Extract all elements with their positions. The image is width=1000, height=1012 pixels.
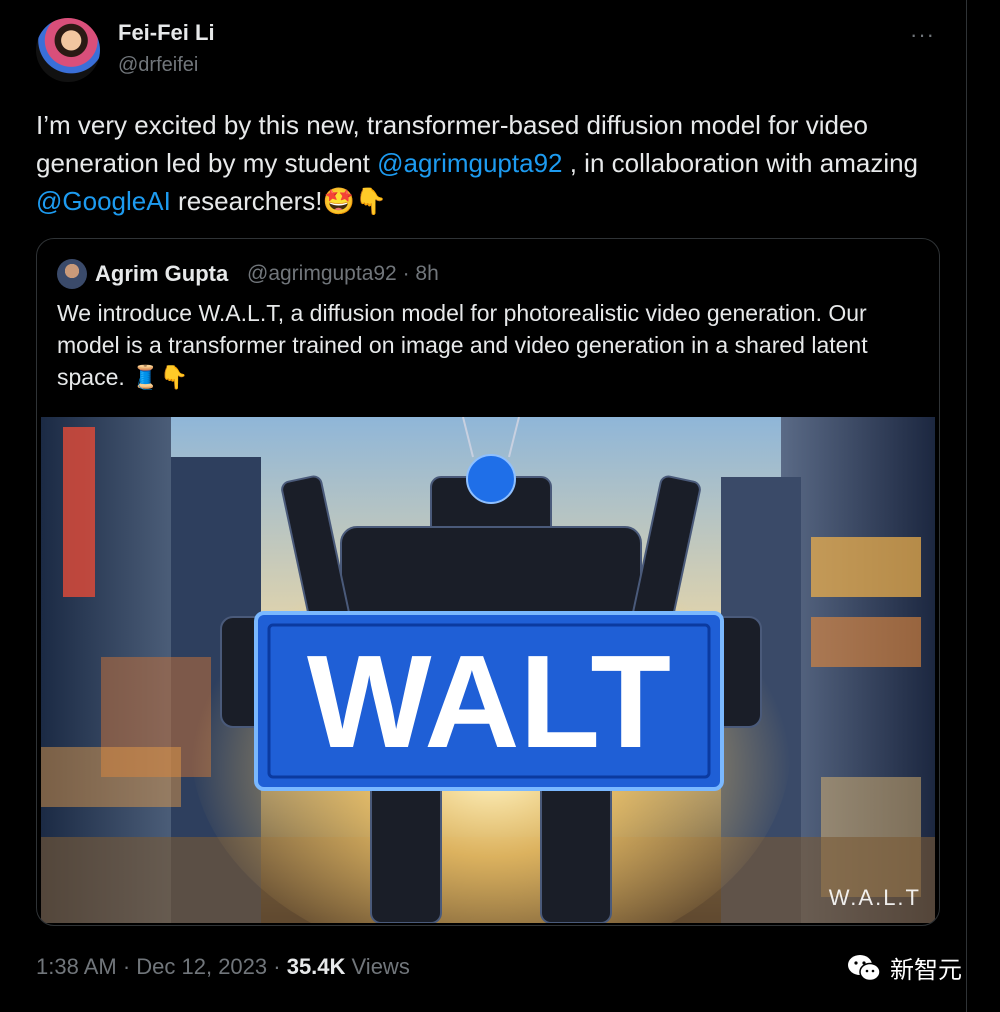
- quoted-tweet[interactable]: Agrim Gupta @agrimgupta92 · 8h We introd…: [36, 238, 940, 926]
- media-sign-text: WALT: [307, 628, 671, 775]
- mention-link-agrimgupta92[interactable]: @agrimgupta92: [377, 148, 562, 178]
- tweet-card[interactable]: Fei-Fei Li @drfeifei ··· I’m very excite…: [0, 0, 966, 1012]
- more-options-icon[interactable]: ···: [910, 22, 935, 48]
- corner-watermark-label: 新智元: [890, 957, 962, 984]
- tweet-text-part: researchers!🤩👇: [170, 186, 388, 216]
- views-count: 35.4K: [286, 954, 346, 979]
- wechat-icon: [848, 954, 881, 981]
- quoted-tweet-text: We introduce W.A.L.T, a diffusion model …: [57, 300, 868, 390]
- walt-robot-illustration: WALT: [41, 417, 935, 923]
- corner-watermark: 新智元: [846, 950, 962, 985]
- quoted-author-meta: @agrimgupta92 · 8h: [247, 262, 439, 285]
- mention-link-googleai[interactable]: @GoogleAI: [36, 186, 171, 216]
- quoted-author-avatar[interactable]: [57, 259, 87, 289]
- quoted-author-name[interactable]: Agrim Gupta: [95, 261, 228, 287]
- tweet-timestamp[interactable]: 1:38 AM · Dec 12, 2023 ·: [36, 954, 287, 979]
- tweet-footer: 1:38 AM · Dec 12, 2023 · 35.4K Views: [36, 954, 410, 980]
- tweet-text-part: , in collaboration with amazing: [562, 148, 919, 178]
- tweet-text: I’m very excited by this new, transforme…: [36, 106, 956, 220]
- views-label: Views: [345, 954, 410, 979]
- screenshot-frame: Fei-Fei Li @drfeifei ··· I’m very excite…: [0, 0, 1000, 1012]
- scrollbar[interactable]: [966, 0, 1000, 1012]
- author-name[interactable]: Fei-Fei Li: [118, 20, 215, 46]
- media-watermark: W.A.L.T: [828, 885, 921, 910]
- author-handle[interactable]: @drfeifei: [118, 54, 198, 77]
- quoted-media-image[interactable]: WALT W.A.L.T: [41, 417, 935, 923]
- author-avatar[interactable]: [36, 18, 100, 82]
